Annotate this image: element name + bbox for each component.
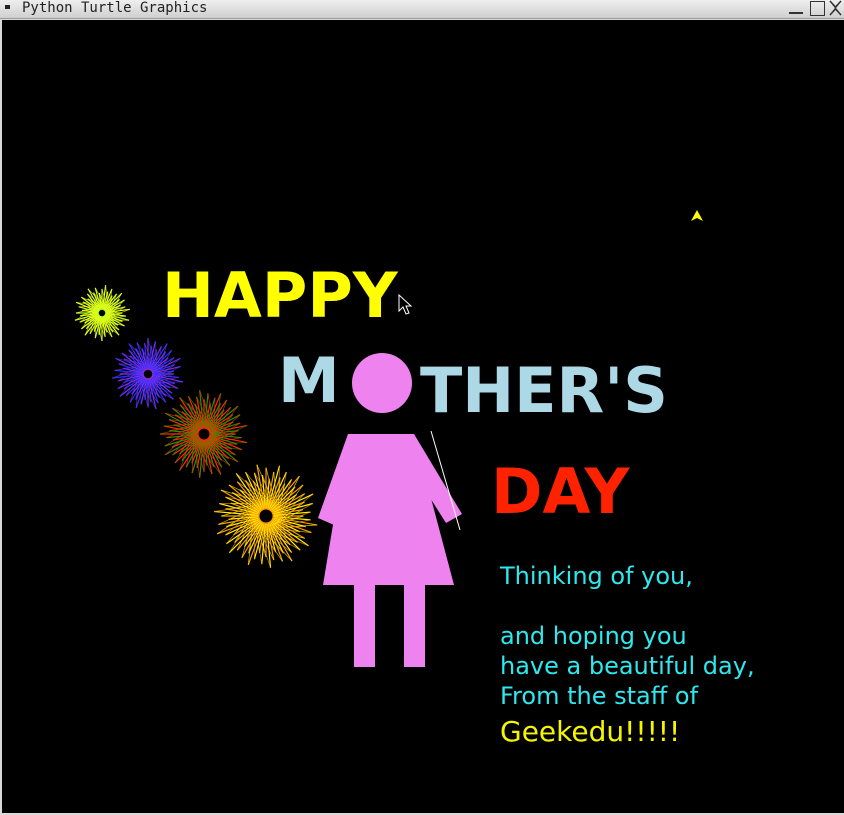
signature-text: Geekedu!!!!!: [500, 715, 681, 748]
mothers-m-letter: M: [278, 344, 340, 417]
day-text: DAY: [491, 455, 630, 528]
message-line-2: and hoping you: [500, 622, 687, 650]
mothers-text: THER'S: [420, 354, 668, 427]
message-line-4: From the staff of: [500, 682, 699, 710]
turtle-canvas[interactable]: HAPPY M THER'S DAY Thinking of you, and …: [2, 20, 844, 813]
firework-red-green-icon: [159, 390, 248, 478]
message-line-1: Thinking of you,: [500, 562, 693, 590]
message-line-3: have a beautiful day,: [500, 652, 755, 680]
firework-purple-icon: [112, 337, 184, 410]
firework-green-icon: [74, 285, 130, 342]
happy-text: HAPPY: [162, 259, 398, 332]
window-menu-icon[interactable]: [5, 5, 10, 9]
window-title: Python Turtle Graphics: [22, 0, 208, 16]
mouse-pointer-icon: [398, 293, 413, 315]
turtle-arrow-icon: [691, 210, 703, 221]
figure-head: [352, 353, 412, 413]
figure-right-leg: [404, 585, 425, 667]
figure-left-leg: [354, 585, 375, 667]
close-icon[interactable]: [828, 0, 843, 16]
title-bar[interactable]: Python Turtle Graphics: [0, 0, 844, 19]
minimize-icon[interactable]: [787, 0, 805, 16]
firework-orange-icon: [214, 464, 318, 568]
maximize-icon[interactable]: [809, 0, 825, 16]
